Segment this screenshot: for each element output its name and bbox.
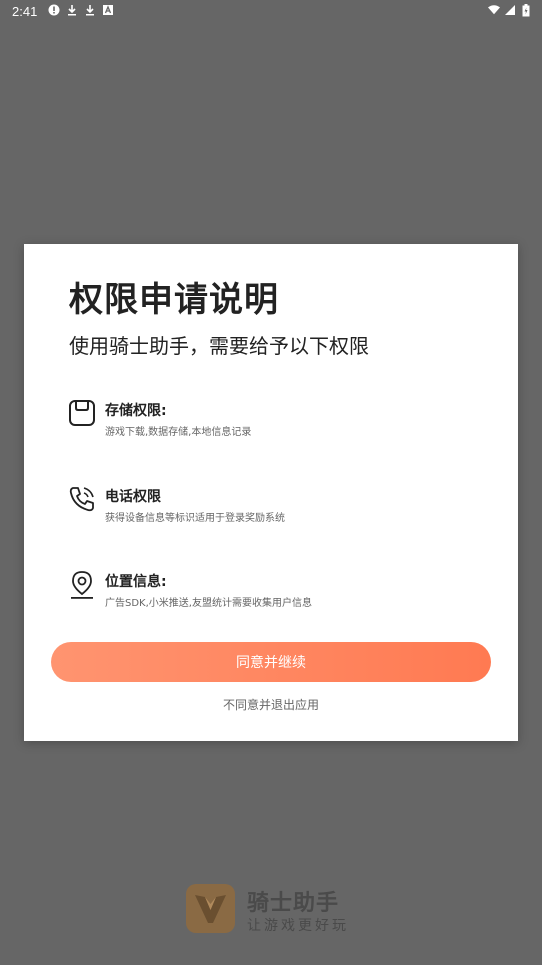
- permission-desc: 获得设备信息等标识适用于登录奖励系统: [105, 513, 285, 524]
- status-time: 2:41: [12, 4, 38, 19]
- permission-desc: 游戏下载,数据存储,本地信息记录: [105, 427, 252, 438]
- location-pin-icon: [68, 570, 96, 600]
- permission-location: 位置信息: 广告SDK,小米推送,友盟统计需要收集用户信息: [68, 570, 488, 614]
- dialog-subtitle: 使用骑士助手，需要给予以下权限: [69, 334, 369, 358]
- alert-icon: [48, 4, 60, 16]
- decline-exit-link[interactable]: 不同意并退出应用: [24, 696, 518, 713]
- brand-slogan: 让游戏更好玩: [247, 918, 349, 934]
- storage-icon: [68, 399, 96, 429]
- download-icon: [84, 4, 96, 16]
- system-icons: [488, 3, 532, 16]
- permission-storage: 存储权限: 游戏下载,数据存储,本地信息记录: [68, 399, 488, 443]
- wifi-icon: [488, 4, 500, 16]
- download-icon: [66, 4, 78, 16]
- app-logo-icon: [186, 884, 235, 933]
- permission-dialog: 权限申请说明 使用骑士助手，需要给予以下权限 存储权限: 游戏下载,数据存储,本…: [24, 244, 518, 741]
- dialog-title: 权限申请说明: [69, 280, 279, 320]
- permission-name: 存储权限:: [105, 403, 167, 419]
- permission-name: 电话权限: [105, 489, 161, 505]
- permission-phone: 电话权限 获得设备信息等标识适用于登录奖励系统: [68, 485, 488, 529]
- notification-icons: [48, 4, 114, 16]
- brand-footer: 骑士助手 让游戏更好玩: [186, 884, 366, 936]
- permission-name: 位置信息:: [105, 574, 167, 590]
- status-bar: 2:41: [0, 0, 542, 24]
- battery-icon: [520, 3, 532, 16]
- brand-name: 骑士助手: [247, 891, 340, 916]
- signal-icon: [504, 4, 516, 16]
- agree-continue-button[interactable]: 同意并继续: [51, 642, 491, 682]
- a-icon: [102, 4, 114, 16]
- permission-desc: 广告SDK,小米推送,友盟统计需要收集用户信息: [105, 598, 312, 609]
- phone-icon: [68, 485, 96, 515]
